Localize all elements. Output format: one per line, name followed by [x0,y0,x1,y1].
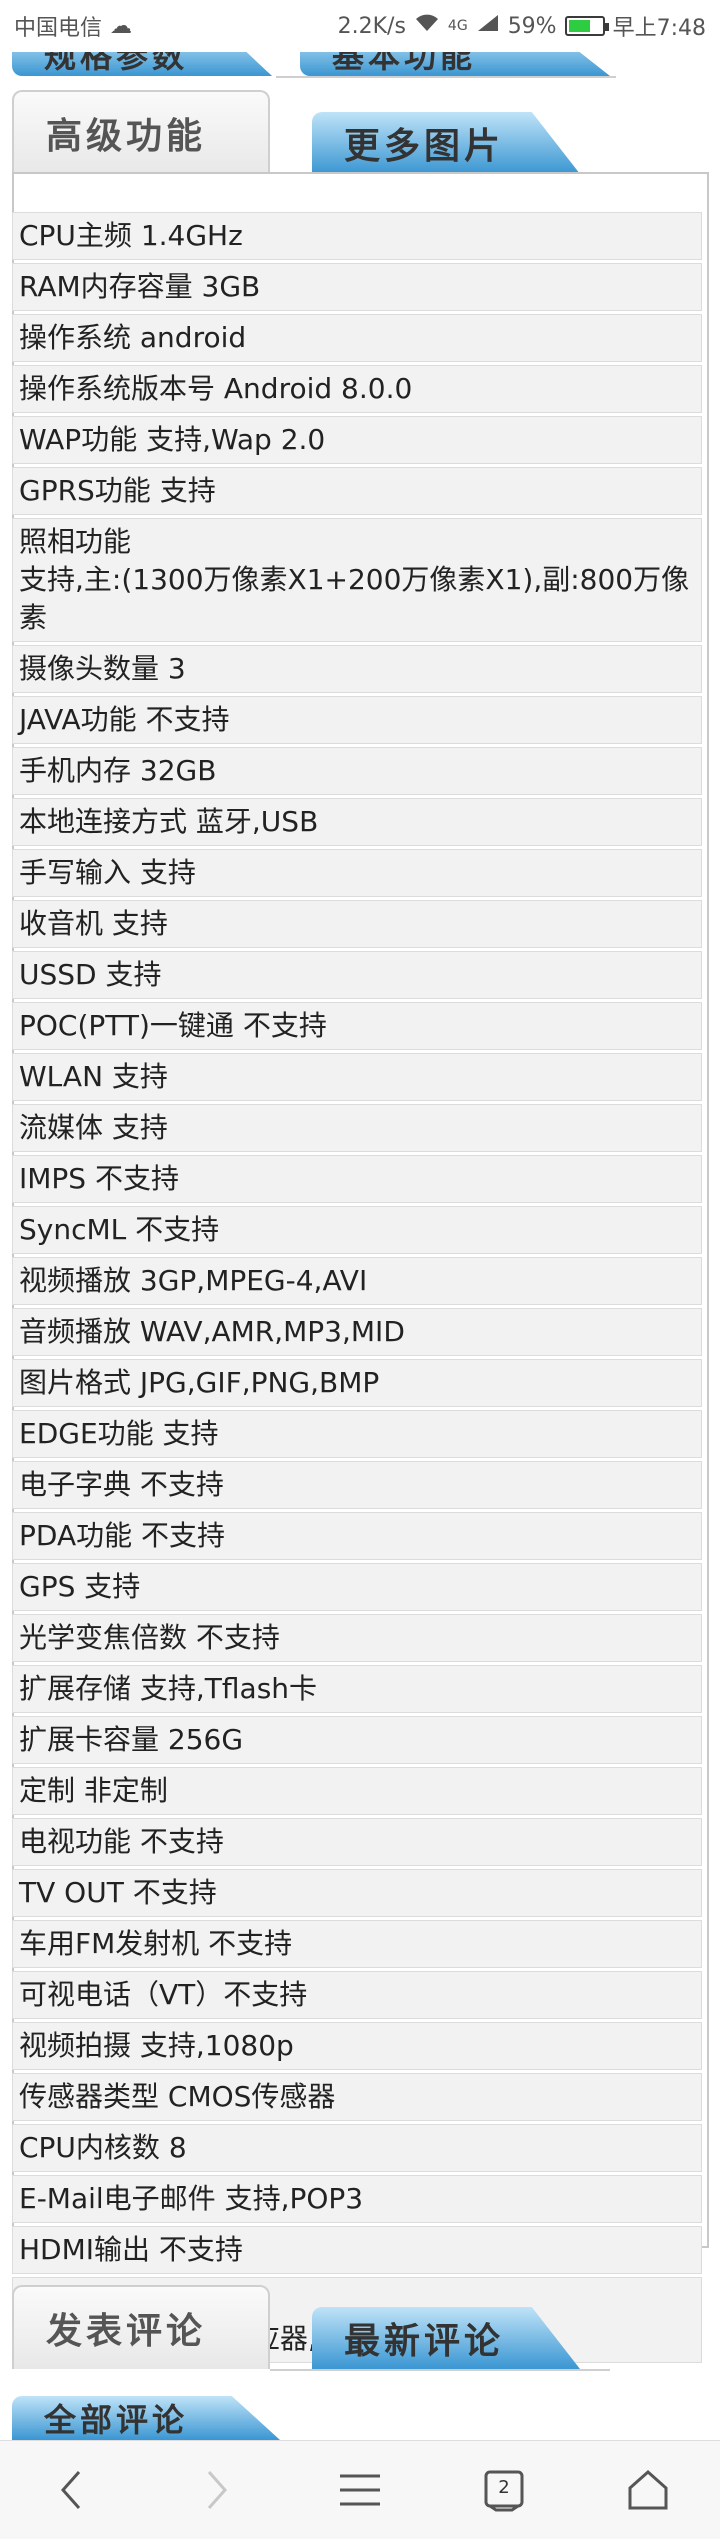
spec-row: GPRS功能 支持 [12,467,702,515]
battery-icon [564,16,609,36]
spec-list: CPU主频 1.4GHz RAM内存容量 3GB 操作系统 android 操作系统版… [12,212,702,2366]
spec-row: 手写输入 支持 [12,849,702,897]
network-type-label: 4G [447,18,468,34]
spec-row: 音频播放 WAV,AMR,MP3,MID [12,1308,702,1356]
spec-row: 扩展卡容量 256G [12,1716,702,1764]
spec-row: 车用FM发射机 不支持 [12,1920,702,1968]
status-bar: 中国电信 ☁ 2.2K/s 4G 59% 早上7:48 [0,0,720,52]
spec-row: 流媒体 支持 [12,1104,702,1152]
status-left: 中国电信 ☁ [14,10,132,42]
tab-all-comments-label: 全部评论 [44,2401,189,2439]
tab-more-images-label: 更多图片 [344,126,505,167]
tab-more-images[interactable]: 更多图片 [312,112,580,174]
spec-row: 视频拍摄 支持,1080p [12,2022,702,2070]
spec-row: 光学变焦倍数 不支持 [12,1614,702,1662]
chevron-right-icon [207,2471,228,2509]
spec-row: TV OUT 不支持 [12,1869,702,1917]
network-speed: 2.2K/s [337,13,406,39]
comment-tab-divider [270,2369,610,2371]
chevron-left-icon [60,2471,81,2509]
spec-row: E-Mail电子邮件 支持,POP3 [12,2175,702,2223]
spec-row: 收音机 支持 [12,900,702,948]
tab-post-comment-label: 发表评论 [46,2311,207,2352]
spec-row: JAVA功能 不支持 [12,696,702,744]
spec-row: 操作系统 android [12,314,702,362]
spec-row: USSD 支持 [12,951,702,999]
home-icon [628,2469,668,2510]
tab-post-comment[interactable]: 发表评论 [12,2285,270,2369]
spec-row: GPS 支持 [12,1563,702,1611]
menu-icon [340,2474,380,2506]
spec-row: 图片格式 JPG,GIF,PNG,BMP [12,1359,702,1407]
spec-row: 电子字典 不支持 [12,1461,702,1509]
spec-row: 传感器类型 CMOS传感器 [12,2073,702,2121]
forward-button[interactable] [181,2455,251,2525]
battery-percent: 59% [507,13,557,39]
clock: 早上7:48 [612,16,706,41]
spec-row: HDMI输出 不支持 [12,2226,702,2274]
home-button[interactable] [613,2455,683,2525]
spec-row: 视频播放 3GP,MPEG-4,AVI [12,1257,702,1305]
spec-row: 定制 非定制 [12,1767,702,1815]
spec-row: 电视功能 不支持 [12,1818,702,1866]
status-right: 2.2K/s 4G 59% 早上7:48 [338,10,706,42]
spec-row: 本地连接方式 蓝牙,USB [12,798,702,846]
spec-row: 手机内存 32GB [12,747,702,795]
bottom-nav: 2 [0,2440,720,2539]
spec-row: CPU内核数 8 [12,2124,702,2172]
tab-advanced-features-label: 高级功能 [46,116,207,157]
tab-latest-comments-label: 最新评论 [344,2321,505,2362]
tabs-count: 2 [498,2477,510,2498]
back-button[interactable] [37,2455,107,2525]
cloud-icon: ☁ [110,13,133,39]
spec-row: 摄像头数量 3 [12,645,702,693]
spec-row: 照相功能 支持,主:(1300万像素X1+200万像素X1),副:800万像素 [12,518,702,642]
spec-row: 扩展存储 支持,Tflash卡 [12,1665,702,1713]
tabs-button[interactable]: 2 [469,2455,539,2525]
spec-row: WAP功能 支持,Wap 2.0 [12,416,702,464]
wifi-icon [414,13,440,39]
spec-row: SyncML 不支持 [12,1206,702,1254]
tab-divider [276,76,616,78]
spec-row: POC(PTT)一键通 不支持 [12,1002,702,1050]
spec-row: 操作系统版本号 Android 8.0.0 [12,365,702,413]
menu-button[interactable] [325,2455,395,2525]
tab-all-comments[interactable]: 全部评论 [12,2396,280,2440]
spec-row: IMPS 不支持 [12,1155,702,1203]
spec-row: PDA功能 不支持 [12,1512,702,1560]
spec-row: EDGE功能 支持 [12,1410,702,1458]
spec-row: 可视电话（VT）不支持 [12,1971,702,2019]
signal-icon [476,13,500,39]
carrier-label: 中国电信 [14,16,103,41]
spec-row: CPU主频 1.4GHz [12,212,702,260]
spec-row: RAM内存容量 3GB [12,263,702,311]
tab-advanced-features[interactable]: 高级功能 [12,90,270,174]
spec-row: WLAN 支持 [12,1053,702,1101]
